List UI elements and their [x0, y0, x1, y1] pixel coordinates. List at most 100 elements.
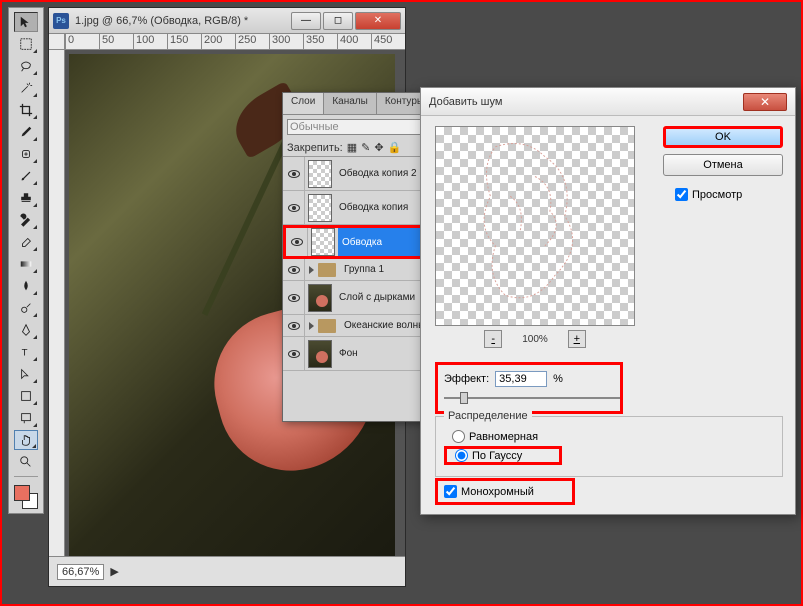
layer-name[interactable]: Фон — [335, 337, 427, 370]
preview-box[interactable] — [435, 126, 635, 326]
layers-panel[interactable]: Слои Каналы Контуры Обычные Закрепить: ▦… — [282, 92, 428, 422]
blur-tool[interactable] — [14, 276, 38, 296]
effect-slider[interactable] — [444, 391, 620, 405]
layer-thumbnail[interactable] — [308, 160, 332, 188]
lock-transparency-icon[interactable]: ▦ — [347, 141, 357, 154]
gaussian-radio-row[interactable]: По Гауссу — [444, 446, 562, 465]
layer-row[interactable]: Слой с дырками — [283, 281, 427, 315]
panel-tabs: Слои Каналы Контуры — [283, 93, 427, 115]
zoom-in-button[interactable]: + — [568, 330, 586, 348]
layer-name[interactable]: Обводка — [338, 228, 424, 256]
lock-pixels-icon[interactable]: ✎ — [361, 141, 370, 154]
svg-text:T: T — [22, 348, 28, 359]
effect-input[interactable] — [495, 371, 547, 387]
layer-row[interactable]: Океанские волны — [283, 315, 427, 337]
monochrome-checkbox-row[interactable]: Монохромный — [435, 478, 575, 505]
foreground-color[interactable] — [14, 485, 30, 501]
effect-label: Эффект: — [444, 373, 489, 385]
preview-checkbox[interactable] — [675, 188, 688, 201]
zoom-out-button[interactable]: - — [484, 330, 502, 348]
layer-name[interactable]: Обводка копия — [335, 191, 427, 224]
visibility-toggle[interactable] — [283, 191, 305, 224]
dialog-close-button[interactable]: ✕ — [743, 93, 787, 111]
distribution-legend: Распределение — [444, 410, 532, 422]
maximize-button[interactable]: ◻ — [323, 12, 353, 30]
zoom-tool[interactable] — [14, 452, 38, 472]
layer-thumbnail[interactable] — [308, 340, 332, 368]
visibility-toggle[interactable] — [283, 281, 305, 314]
eyedropper-tool[interactable] — [14, 122, 38, 142]
lock-row: Закрепить: ▦ ✎ ✥ 🔒 — [283, 139, 427, 157]
uniform-radio[interactable] — [452, 430, 465, 443]
dialog-titlebar[interactable]: Добавить шум ✕ — [421, 88, 795, 116]
ruler-vertical — [49, 50, 65, 556]
app-icon: Ps — [53, 13, 69, 29]
blend-mode-select[interactable]: Обычные — [287, 119, 423, 135]
dodge-tool[interactable] — [14, 298, 38, 318]
layer-row[interactable]: Фон — [283, 337, 427, 371]
preview-checkbox-row[interactable]: Просмотр — [663, 188, 783, 201]
layer-name[interactable]: Океанские волны — [340, 315, 427, 336]
layer-row[interactable]: Группа 1 — [283, 259, 427, 281]
wand-tool[interactable] — [14, 78, 38, 98]
layer-name[interactable]: Слой с дырками — [335, 281, 427, 314]
eraser-tool[interactable] — [14, 232, 38, 252]
distribution-group: Распределение Равномерная По Гауссу — [435, 416, 783, 477]
uniform-radio-row[interactable]: Равномерная — [444, 430, 774, 443]
effect-group: Эффект: % — [435, 362, 623, 414]
path-select-tool[interactable] — [14, 364, 38, 384]
minimize-button[interactable]: — — [291, 12, 321, 30]
visibility-toggle[interactable] — [286, 228, 308, 256]
layer-row[interactable]: Обводка копия 2 — [283, 157, 427, 191]
slider-thumb[interactable] — [460, 392, 468, 404]
crop-tool[interactable] — [14, 100, 38, 120]
monochrome-checkbox[interactable] — [444, 485, 457, 498]
type-tool[interactable]: T — [14, 342, 38, 362]
color-swatches[interactable] — [14, 485, 38, 509]
layer-row[interactable]: Обводка копия — [283, 191, 427, 225]
tab-layers[interactable]: Слои — [283, 93, 324, 114]
stamp-tool[interactable] — [14, 188, 38, 208]
lock-all-icon[interactable]: 🔒 — [388, 141, 402, 154]
notes-tool[interactable] — [14, 408, 38, 428]
layer-thumbnail[interactable] — [308, 284, 332, 312]
ruler-horizontal: 050100150200250300350400450 — [49, 34, 405, 50]
preview-label: Просмотр — [692, 189, 742, 201]
preview-zoom-controls: - 100% + — [435, 330, 635, 348]
history-brush-tool[interactable] — [14, 210, 38, 230]
lock-position-icon[interactable]: ✥ — [374, 141, 383, 154]
marquee-tool[interactable] — [14, 34, 38, 54]
visibility-toggle[interactable] — [283, 259, 305, 280]
brush-tool[interactable] — [14, 166, 38, 186]
zoom-level[interactable]: 66,67% — [57, 564, 104, 580]
zoom-percent: 100% — [522, 334, 548, 345]
hand-tool[interactable] — [14, 430, 38, 450]
lasso-tool[interactable] — [14, 56, 38, 76]
layer-name[interactable]: Группа 1 — [340, 259, 427, 280]
status-arrow[interactable]: ▶ — [110, 565, 118, 578]
document-titlebar[interactable]: Ps 1.jpg @ 66,7% (Обводка, RGB/8) * — ◻ … — [49, 8, 405, 34]
layer-name[interactable]: Обводка копия 2 — [335, 157, 427, 190]
layer-thumbnail[interactable] — [311, 228, 335, 256]
move-tool[interactable] — [14, 12, 38, 32]
monochrome-label: Монохромный — [461, 486, 534, 498]
close-button[interactable]: ✕ — [355, 12, 401, 30]
tab-channels[interactable]: Каналы — [324, 93, 377, 114]
layer-row[interactable]: Обводка — [283, 225, 427, 259]
pen-tool[interactable] — [14, 320, 38, 340]
visibility-toggle[interactable] — [283, 315, 305, 336]
dialog-title: Добавить шум — [429, 96, 743, 108]
healing-tool[interactable] — [14, 144, 38, 164]
lock-label: Закрепить: — [287, 142, 343, 154]
cancel-button[interactable]: Отмена — [663, 154, 783, 176]
status-bar: 66,67% ▶ — [49, 556, 405, 586]
document-title: 1.jpg @ 66,7% (Обводка, RGB/8) * — [75, 15, 291, 27]
shape-tool[interactable] — [14, 386, 38, 406]
gradient-tool[interactable] — [14, 254, 38, 274]
layers-list: Обводка копия 2Обводка копия Обводка Групп… — [283, 157, 427, 371]
visibility-toggle[interactable] — [283, 157, 305, 190]
layer-thumbnail[interactable] — [308, 194, 332, 222]
visibility-toggle[interactable] — [283, 337, 305, 370]
ok-button[interactable]: OK — [663, 126, 783, 148]
gaussian-radio[interactable] — [455, 449, 468, 462]
